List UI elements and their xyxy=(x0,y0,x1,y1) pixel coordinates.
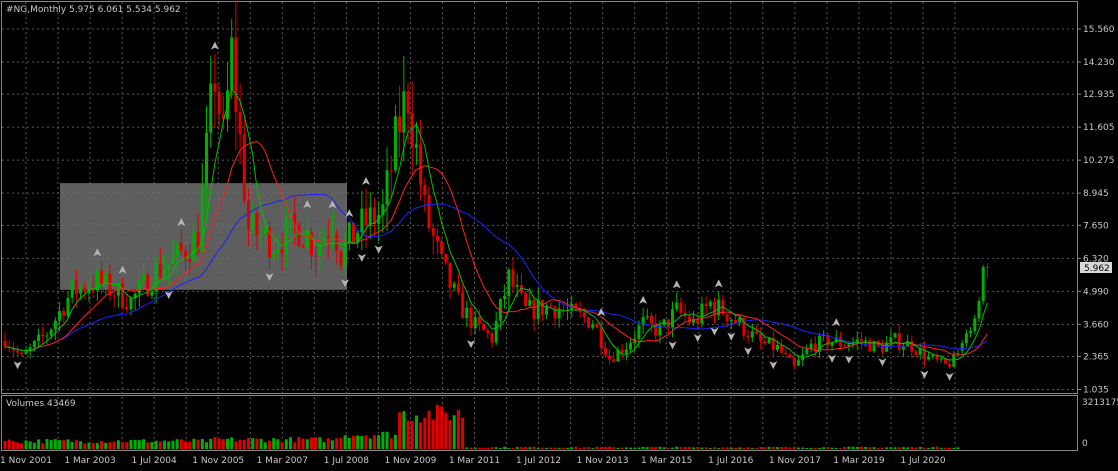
time-tick-label: 1 Mar 2007 xyxy=(257,456,308,466)
price-tick-label: 3.660 xyxy=(1083,320,1109,330)
time-tick-label: 1 Mar 2011 xyxy=(449,456,500,466)
time-tick-label: 1 Jul 2008 xyxy=(324,456,369,466)
volume-axis-min: 0 xyxy=(1082,439,1088,449)
volume-axis-max: 3213175 xyxy=(1082,398,1118,408)
time-tick-label: 1 Nov 2009 xyxy=(384,456,436,466)
price-tick-label: 12.935 xyxy=(1083,90,1115,100)
time-tick-label: 1 Mar 2019 xyxy=(833,456,885,466)
price-tick-label: 2.365 xyxy=(1083,352,1109,362)
price-tick-label: 11.605 xyxy=(1083,123,1115,133)
price-tick-label: 4.990 xyxy=(1083,287,1109,297)
time-tick-label: 1 Jul 2020 xyxy=(900,456,945,466)
time-tick-label: 1 Mar 2003 xyxy=(64,456,115,466)
price-tick-label: 7.650 xyxy=(1083,221,1109,231)
time-tick-label: 1 Nov 2013 xyxy=(577,456,629,466)
time-tick-label: 1 Nov 2017 xyxy=(769,456,821,466)
time-tick-label: 1 Mar 2015 xyxy=(641,456,692,466)
time-axis: 1 Nov 2001 1 Mar 2003 1 Jul 2004 1 Nov 2005… xyxy=(0,456,946,466)
time-tick-label: 1 Nov 2005 xyxy=(192,456,244,466)
price-tick-label: 10.275 xyxy=(1083,156,1115,166)
time-tick-label: 1 Jul 2012 xyxy=(516,456,561,466)
time-tick-label: 1 Jul 2016 xyxy=(708,456,753,466)
time-tick-label: 1 Jul 2004 xyxy=(132,456,177,466)
trading-chart[interactable]: 15.560 14.230 12.935 11.605 10.275 8.945 7.650… xyxy=(0,0,1118,471)
price-tick-label: 1.035 xyxy=(1083,386,1109,396)
volume-panel-header: Volumes 43469 xyxy=(6,399,76,409)
time-tick-label: 1 Nov 2001 xyxy=(0,456,52,466)
main-panel-header: #NG,Monthly 5.975 6.061 5.534 5.962 xyxy=(6,5,181,15)
current-price-label: 5.962 xyxy=(1084,264,1110,274)
price-tick-label: 15.560 xyxy=(1083,25,1115,35)
price-tick-label: 8.945 xyxy=(1083,189,1109,199)
price-tick-label: 14.230 xyxy=(1083,58,1115,68)
